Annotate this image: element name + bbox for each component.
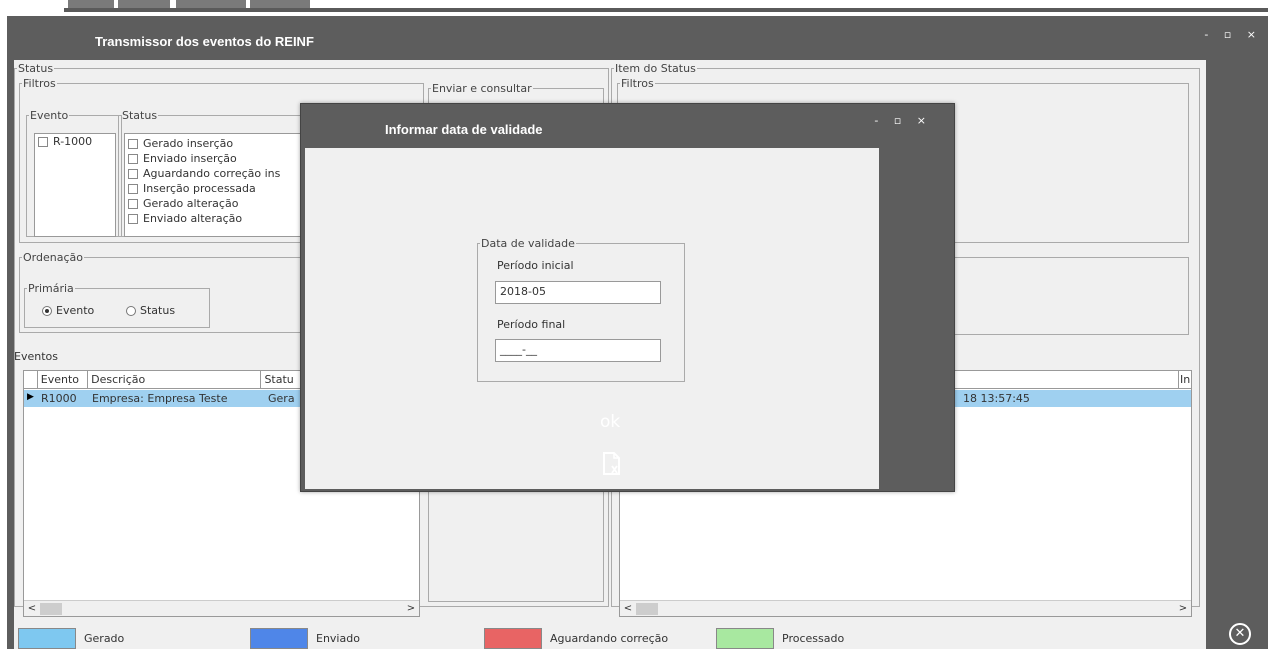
enviar-consultar-label: Enviar e consultar: [432, 82, 532, 95]
scroll-right-icon[interactable]: >: [404, 602, 418, 616]
dialog-title: Informar data de validade: [385, 122, 543, 137]
close-circle-icon[interactable]: ✕: [1229, 623, 1251, 645]
legend-label: Aguardando correção: [550, 632, 669, 645]
table-cell: Empresa: Empresa Teste: [92, 392, 228, 405]
periodo-inicial-label: Período inicial: [497, 259, 574, 272]
legend-label: Gerado: [84, 632, 125, 645]
checkbox-label: Inserção processada: [143, 182, 256, 195]
radio-button[interactable]: [42, 306, 52, 316]
legend-label: Processado: [782, 632, 845, 645]
window-controls[interactable]: - ▫ ×: [1204, 28, 1262, 41]
table-cell: R1000: [41, 392, 77, 405]
tab-stub[interactable]: [118, 0, 170, 8]
window-title: Transmissor dos eventos do REINF: [95, 34, 314, 49]
validity-date-dialog: Informar data de validade - ▫ × Data de …: [300, 103, 955, 492]
evento-listbox[interactable]: R-1000: [34, 133, 116, 237]
checkbox[interactable]: [128, 168, 138, 179]
legend-enviado: Enviado: [250, 628, 360, 649]
dialog-action-strip: [879, 148, 951, 489]
periodo-inicial-input[interactable]: 2018-05: [495, 281, 661, 304]
scroll-right-icon[interactable]: >: [1176, 602, 1190, 616]
periodo-final-input[interactable]: ____-__: [495, 339, 661, 362]
checkbox[interactable]: [128, 183, 138, 194]
row-pointer-icon: ▶: [27, 392, 34, 402]
tab-stub[interactable]: [176, 0, 246, 8]
checkbox-label: Enviado alteração: [143, 212, 243, 225]
column-header[interactable]: Evento: [38, 371, 89, 388]
row-indicator-header: [24, 371, 38, 388]
dialog-window-controls[interactable]: - ▫ ×: [874, 114, 932, 127]
checkbox-label: Gerado inserção: [143, 137, 234, 150]
legend-aguardando: Aguardando correção: [484, 628, 668, 649]
ordenacao-label: Ordenação: [23, 251, 83, 264]
radio-label: Status: [140, 304, 176, 317]
radio-evento[interactable]: Evento: [42, 304, 94, 317]
data-validade-label: Data de validade: [481, 237, 575, 250]
legend-swatch: [484, 628, 542, 649]
legend-swatch: [250, 628, 308, 649]
scroll-left-icon[interactable]: <: [25, 602, 39, 616]
eventos-label: Eventos: [14, 350, 58, 363]
checkbox[interactable]: [38, 136, 48, 147]
evento-filter-label: Evento: [30, 109, 69, 122]
legend-swatch: [18, 628, 76, 649]
checkbox[interactable]: [128, 138, 138, 149]
item-status-label: Item do Status: [615, 62, 696, 75]
column-header[interactable]: Descrição: [88, 371, 262, 388]
periodo-final-label: Período final: [497, 318, 566, 331]
legend-swatch: [716, 628, 774, 649]
horizontal-scrollbar[interactable]: < >: [24, 600, 419, 616]
evento-checkbox-item[interactable]: R-1000: [35, 134, 115, 149]
primaria-label: Primária: [28, 282, 74, 295]
scroll-thumb[interactable]: [636, 603, 658, 615]
scroll-left-icon[interactable]: <: [621, 602, 635, 616]
scroll-thumb[interactable]: [40, 603, 62, 615]
radio-status[interactable]: Status: [126, 304, 175, 317]
right-side-strip: [1206, 60, 1268, 649]
tab-stub[interactable]: [68, 0, 114, 8]
checkbox-label: R-1000: [53, 135, 93, 148]
ok-button[interactable]: ok: [600, 412, 620, 432]
cancel-document-icon[interactable]: [602, 452, 622, 479]
checkbox-label: Aguardando correção ins: [143, 167, 281, 180]
legend-label: Enviado: [316, 632, 360, 645]
top-chrome: [0, 0, 1268, 12]
tab-stub[interactable]: [250, 0, 310, 8]
legend-processado: Processado: [716, 628, 844, 649]
top-divider: [64, 8, 1268, 12]
horizontal-scrollbar[interactable]: < >: [620, 600, 1191, 616]
radio-button[interactable]: [126, 306, 136, 316]
checkbox-label: Enviado inserção: [143, 152, 237, 165]
status-filter-label: Status: [122, 109, 158, 122]
item-filtros-label: Filtros: [621, 77, 654, 90]
checkbox[interactable]: [128, 153, 138, 164]
radio-label: Evento: [56, 304, 95, 317]
legend-gerado: Gerado: [18, 628, 124, 649]
checkbox[interactable]: [128, 198, 138, 209]
filtros-label: Filtros: [23, 77, 56, 90]
checkbox[interactable]: [128, 213, 138, 224]
status-group-label: Status: [18, 62, 54, 75]
dialog-body: Data de validade Período inicial 2018-05…: [305, 148, 879, 489]
column-header[interactable]: In: [1179, 371, 1191, 388]
checkbox-label: Gerado alteração: [143, 197, 239, 210]
